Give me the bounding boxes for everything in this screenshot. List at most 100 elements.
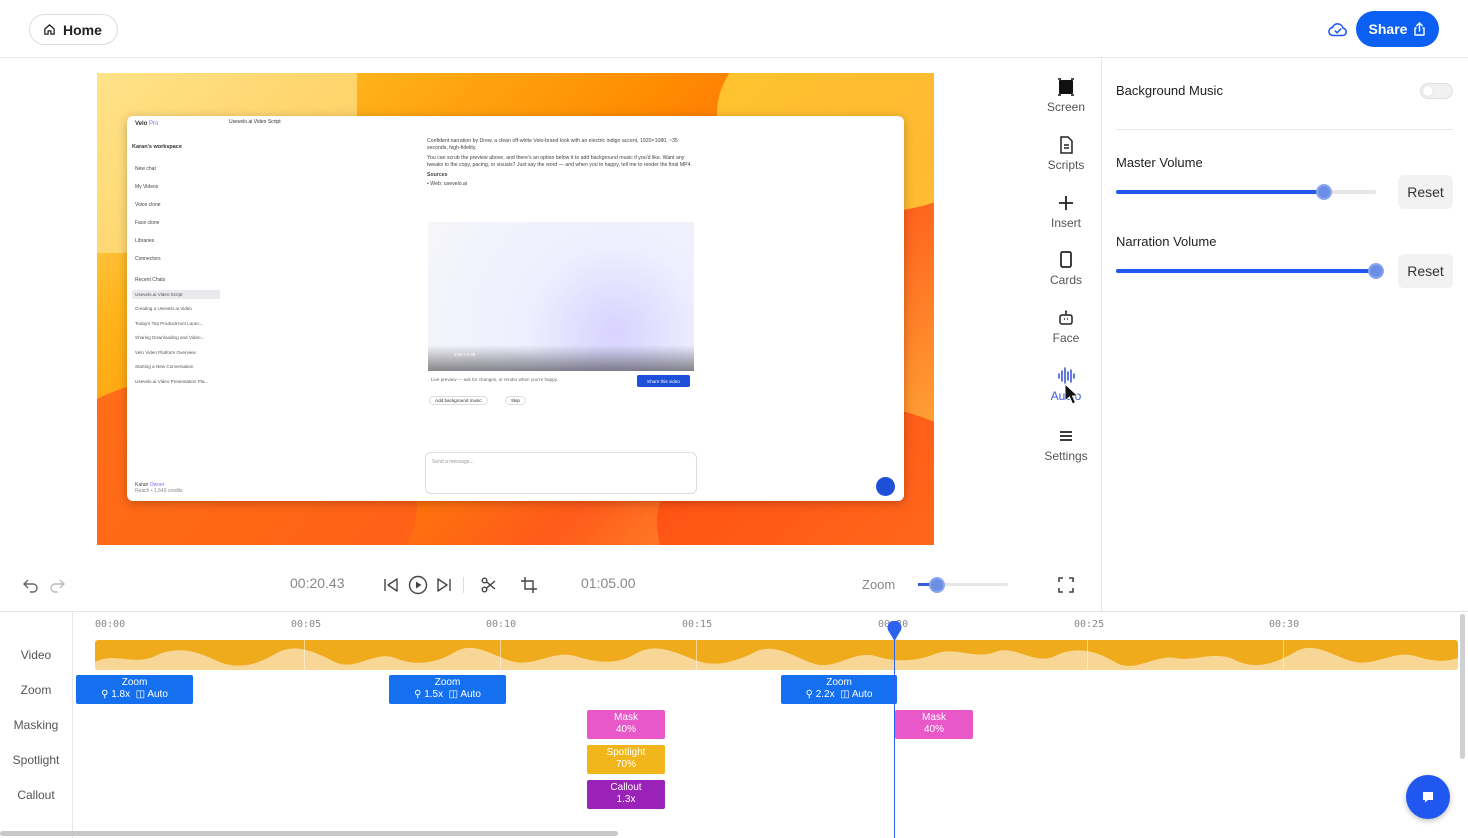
- time-tick: 00:15: [682, 619, 713, 630]
- tool-settings[interactable]: Settings: [1036, 426, 1096, 463]
- preview-skip: Skip: [505, 396, 526, 405]
- cloud-saved-icon[interactable]: [1327, 19, 1349, 41]
- zoom-clip[interactable]: Zoom ⚲ 2.2x ◫ Auto: [781, 675, 897, 704]
- master-volume-reset-button[interactable]: Reset: [1398, 175, 1453, 209]
- preview-share-video: Share this video: [637, 375, 690, 387]
- preview-recent-heading: Recent Chats: [135, 277, 166, 283]
- mask-clip[interactable]: Mask 40%: [895, 710, 973, 739]
- preview-sidebar: Velo Pro Karan's workspace New chat My V…: [127, 116, 224, 501]
- skip-forward-icon[interactable]: [435, 576, 453, 594]
- master-volume-fill: [1116, 190, 1324, 194]
- panel-divider: [1101, 58, 1102, 611]
- waveform: [95, 647, 1458, 670]
- track-label-zoom: Zoom: [20, 683, 52, 697]
- share-label: Share: [1368, 21, 1408, 37]
- video-track-clip[interactable]: [95, 640, 1458, 670]
- tool-scripts[interactable]: Scripts: [1036, 135, 1096, 172]
- preview-recent-item: Starting a New Conversation: [135, 364, 194, 369]
- home-icon: [44, 24, 55, 35]
- preview-user: Karan Owner Reach • 1,549 credits: [135, 482, 183, 494]
- time-tick: 00:30: [1269, 619, 1300, 630]
- track-label-spotlight: Spotlight: [12, 753, 60, 767]
- scissors-icon[interactable]: [480, 576, 498, 594]
- tool-screen[interactable]: Screen: [1036, 77, 1096, 114]
- preview-logo: Velo Pro: [135, 121, 159, 127]
- tool-face-label: Face: [1052, 331, 1080, 345]
- tool-settings-label: Settings: [1044, 449, 1088, 463]
- narration-volume-label: Narration Volume: [1116, 234, 1217, 249]
- play-icon[interactable]: [408, 575, 428, 595]
- screen-icon: [1058, 78, 1074, 96]
- preview-add-music: Add background music: [429, 396, 488, 405]
- preview-doc-title: Usevelo.ai Video Script: [229, 119, 281, 125]
- plus-icon: [1059, 196, 1073, 210]
- share-button[interactable]: Share: [1356, 11, 1439, 47]
- timeline[interactable]: Video Zoom Masking Spotlight Callout 00:…: [0, 611, 1468, 838]
- redo-icon[interactable]: [48, 576, 66, 594]
- undo-icon[interactable]: [22, 576, 40, 594]
- tool-face[interactable]: Face: [1036, 308, 1096, 345]
- preview-nav-item: Libraries: [135, 238, 155, 244]
- master-volume-slider[interactable]: [1116, 184, 1376, 200]
- preview-nav-item: New chat: [135, 166, 156, 172]
- preview-recent-item: Usevelo.ai Video Script: [132, 290, 220, 299]
- crop-icon[interactable]: [520, 576, 538, 594]
- playhead-handle[interactable]: [887, 621, 902, 641]
- share-icon: [1414, 22, 1426, 36]
- video-preview[interactable]: Velo Pro Karan's workspace New chat My V…: [97, 73, 934, 545]
- panel-separator: [1116, 129, 1453, 130]
- total-time: 01:05.00: [581, 575, 636, 591]
- zoom-clip[interactable]: Zoom ⚲ 1.8x ◫ Auto: [76, 675, 193, 704]
- zoom-slider-knob[interactable]: [929, 577, 945, 593]
- preview-recent-item: Today's Top ProductHunt Launc...: [135, 321, 204, 326]
- background-music-label: Background Music: [1116, 83, 1223, 98]
- tool-insert[interactable]: Insert: [1036, 193, 1096, 230]
- preview-recent-item: Velo Video Platform Overview: [135, 350, 196, 355]
- mouse-cursor-icon: [1064, 383, 1080, 405]
- narration-volume-knob[interactable]: [1368, 263, 1384, 279]
- tool-cards-label: Cards: [1049, 273, 1082, 287]
- narration-volume-slider[interactable]: [1116, 263, 1384, 279]
- time-tick: 00:00: [95, 619, 126, 630]
- playhead-line: [894, 632, 895, 838]
- zoom-slider[interactable]: [918, 577, 1008, 593]
- preview-app-window: Velo Pro Karan's workspace New chat My V…: [127, 116, 904, 501]
- preview-message-box: Send a message...: [425, 452, 697, 494]
- track-label-callout: Callout: [17, 788, 55, 802]
- time-tick: 00:05: [291, 619, 322, 630]
- spotlight-clip[interactable]: Spotlight 70%: [587, 745, 665, 774]
- preview-recent-item: Usevelo.ai Video Presentation Pla...: [135, 379, 209, 384]
- scripts-icon: [1060, 136, 1073, 154]
- cards-icon: [1060, 251, 1072, 268]
- master-volume-knob[interactable]: [1316, 184, 1332, 200]
- tool-screen-label: Screen: [1046, 100, 1086, 114]
- fullscreen-icon[interactable]: [1057, 576, 1075, 594]
- preview-fab: [876, 477, 895, 496]
- preview-embedded-video: 0:00 / 0:38: [428, 222, 694, 371]
- vertical-scrollbar[interactable]: [1460, 614, 1465, 759]
- callout-clip[interactable]: Callout 1.3x: [587, 780, 665, 809]
- track-labels: Video Zoom Masking Spotlight Callout: [0, 612, 73, 838]
- zoom-clip[interactable]: Zoom ⚲ 1.5x ◫ Auto: [389, 675, 506, 704]
- skip-back-icon[interactable]: [382, 576, 400, 594]
- chat-support-button[interactable]: [1406, 775, 1450, 819]
- narration-volume-reset-button[interactable]: Reset: [1398, 254, 1453, 288]
- time-tick: 00:25: [1074, 619, 1105, 630]
- preview-nav-item: Face clone: [135, 220, 160, 226]
- background-music-toggle[interactable]: [1420, 83, 1453, 99]
- track-label-video: Video: [20, 648, 52, 662]
- home-button[interactable]: Home: [29, 14, 118, 45]
- preview-nav-item: My Videos: [135, 184, 159, 190]
- horizontal-scrollbar[interactable]: [0, 831, 618, 836]
- tool-scripts-label: Scripts: [1047, 158, 1085, 172]
- preview-workspace: Karan's workspace: [132, 144, 182, 150]
- master-volume-label: Master Volume: [1116, 155, 1203, 170]
- time-tick: 00:10: [486, 619, 517, 630]
- settings-icon: [1060, 431, 1072, 441]
- preview-recent-item: Sharing Downloading and Video...: [135, 335, 205, 340]
- narration-volume-fill: [1116, 269, 1376, 273]
- tool-cards[interactable]: Cards: [1036, 250, 1096, 287]
- preview-recent-item: Creating a Usevelo.ai Video: [135, 306, 192, 311]
- preview-nav-item: Connectors: [135, 256, 161, 262]
- mask-clip[interactable]: Mask 40%: [587, 710, 665, 739]
